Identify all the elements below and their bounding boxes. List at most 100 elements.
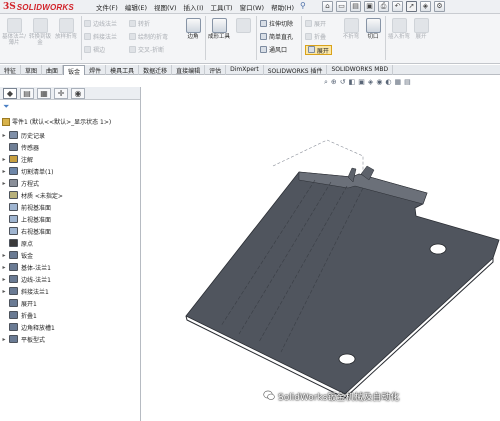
undo-icon[interactable]: ↶ <box>392 1 403 12</box>
rip-button[interactable]: 切口 <box>364 18 382 40</box>
tab-data-migration[interactable]: 数据迁移 <box>139 65 173 75</box>
expand-arrow-icon[interactable]: ▸ <box>0 180 8 187</box>
tab-evaluate[interactable]: 评估 <box>205 65 227 75</box>
tree-item[interactable]: 材质 <未指定> <box>0 189 140 201</box>
sheet-metal-gusset-button[interactable] <box>232 18 254 34</box>
filter-icon[interactable]: ⏷ <box>3 102 9 112</box>
menu-window[interactable]: 窗口(W) <box>240 2 265 12</box>
print-icon[interactable]: ⎙ <box>378 1 389 12</box>
tab-sketch[interactable]: 草图 <box>21 65 43 75</box>
feature-icon <box>9 275 18 283</box>
expand-arrow-icon[interactable]: ▸ <box>0 156 8 163</box>
home-icon[interactable]: ⌂ <box>322 1 333 12</box>
tab-direct-editing[interactable]: 直接编辑 <box>172 65 206 75</box>
tree-item[interactable]: 折叠1 <box>0 309 140 321</box>
forming-tool-button[interactable]: 成形工具 <box>208 18 230 40</box>
tree-item[interactable]: 前视基准面 <box>0 201 140 213</box>
convert-sheet-metal-icon <box>32 18 48 33</box>
tree-item[interactable]: 原点 <box>0 237 140 249</box>
tree-item[interactable]: ▸ 斜接法兰1 <box>0 285 140 297</box>
tab-surfaces[interactable]: 曲面 <box>42 65 64 75</box>
tab-sheet-metal[interactable]: 钣金 <box>63 65 86 76</box>
expand-arrow-icon[interactable]: ▸ <box>0 252 8 259</box>
tree-item[interactable]: ▸ 历史记录 <box>0 129 140 141</box>
base-flange-button[interactable]: 基体法兰/薄片 <box>2 18 26 46</box>
feature-manager-tab-icon[interactable]: ◆ <box>3 87 17 99</box>
cross-break-button[interactable]: 交叉-折断 <box>129 45 164 54</box>
tab-mold-tools[interactable]: 模具工具 <box>106 65 140 75</box>
tab-weldments[interactable]: 焊件 <box>85 65 107 75</box>
flatten-button[interactable]: 展开 <box>305 45 332 55</box>
property-manager-tab-icon[interactable]: ▤ <box>20 87 34 99</box>
expand-arrow-icon[interactable]: ▸ <box>0 264 8 271</box>
graphics-area[interactable]: ⌕ ⊕ ↺ ◧ ▣ ◈ ◉ ◐ ▦ ▤ <box>141 76 500 421</box>
jog-label: 转折 <box>138 21 151 28</box>
tree-item[interactable]: ▸ 平板型式 <box>0 333 140 345</box>
fold-button[interactable]: 折叠 <box>305 32 326 41</box>
app-name: SOLIDWORKS <box>16 2 74 12</box>
corners-button[interactable]: 边角 <box>183 18 203 40</box>
tab-solidworks-addins[interactable]: SOLIDWORKS 插件 <box>264 65 328 75</box>
new-document-icon[interactable]: ▭ <box>336 1 347 12</box>
tree-item[interactable]: ▸ 基体-法兰1 <box>0 261 140 273</box>
menu-file[interactable]: 文件(F) <box>96 2 118 12</box>
lofted-bend-button[interactable]: 放样折弯 <box>54 18 78 40</box>
rebuild-icon[interactable]: ◈ <box>420 1 431 12</box>
simple-hole-button[interactable]: 简单直孔 <box>260 32 293 41</box>
miter-flange-button[interactable]: 斜接法兰 <box>84 32 117 41</box>
edge-flange-button[interactable]: 边线法兰 <box>84 19 117 28</box>
display-manager-tab-icon[interactable]: ◉ <box>71 87 85 99</box>
pin-icon[interactable]: ⚲ <box>300 1 306 10</box>
no-bends-button[interactable]: 不折弯 <box>342 18 360 40</box>
feature-icon <box>9 215 18 223</box>
vent-icon <box>260 46 267 53</box>
expand-arrow-icon[interactable]: ▸ <box>0 168 8 175</box>
extruded-cut-button[interactable]: 拉伸切除 <box>260 19 293 28</box>
unfold-right-button[interactable]: 展开 <box>412 18 430 40</box>
solidworks-logo[interactable]: 3S SOLIDWORKS <box>3 1 74 13</box>
feature-icon <box>9 323 18 331</box>
save-icon[interactable]: ▣ <box>364 1 375 12</box>
flatten-icon <box>308 46 315 53</box>
menu-insert[interactable]: 插入(I) <box>184 2 204 12</box>
tree-item[interactable]: 边角释放槽1 <box>0 321 140 333</box>
expand-arrow-icon[interactable]: ▸ <box>0 132 8 139</box>
tree-item[interactable]: ▸ 方程式 <box>0 177 140 189</box>
tab-features[interactable]: 特征 <box>0 65 22 75</box>
tree-item[interactable]: 展开1 <box>0 297 140 309</box>
tab-dimxpert[interactable]: DimXpert <box>226 65 264 75</box>
expand-arrow-icon[interactable]: ▸ <box>0 288 8 295</box>
vent-button[interactable]: 通风口 <box>260 45 287 54</box>
menu-view[interactable]: 视图(V) <box>154 2 177 12</box>
sketched-bend-button[interactable]: 绘制的折弯 <box>129 32 168 41</box>
convert-to-sheet-metal-button[interactable]: 转换到钣金 <box>28 18 52 46</box>
jog-button[interactable]: 转折 <box>129 19 150 28</box>
tree-item[interactable]: ▸ 边线-法兰1 <box>0 273 140 285</box>
options-icon[interactable]: ⚙ <box>434 1 445 12</box>
tree-item-label: 方程式 <box>21 180 40 188</box>
forming-tool-label: 成形工具 <box>208 34 231 40</box>
menu-help[interactable]: 帮助(H) <box>271 2 294 12</box>
miter-flange-icon <box>84 33 91 40</box>
tree-item[interactable]: 上视基准面 <box>0 213 140 225</box>
dimxpert-manager-tab-icon[interactable]: ✛ <box>54 87 68 99</box>
flat-pattern-bounding-box <box>272 139 364 172</box>
menu-tools[interactable]: 工具(T) <box>211 2 233 12</box>
tree-item[interactable]: 传感器 <box>0 141 140 153</box>
configuration-manager-tab-icon[interactable]: ▦ <box>37 87 51 99</box>
tree-item[interactable]: 右视基准面 <box>0 225 140 237</box>
tree-root-part[interactable]: 零件1 (默认<<默认>_显示状态 1>) <box>2 117 111 126</box>
select-cursor-icon[interactable]: ➚ <box>406 1 417 12</box>
tree-item[interactable]: ▸ 注解 <box>0 153 140 165</box>
open-folder-icon[interactable]: ▤ <box>350 1 361 12</box>
menu-edit[interactable]: 编辑(E) <box>125 2 147 12</box>
tree-item[interactable]: ▸ 切割清单(1) <box>0 165 140 177</box>
tree-item-label: 边角释放槽1 <box>21 324 55 332</box>
expand-arrow-icon[interactable]: ▸ <box>0 276 8 283</box>
unfold-button[interactable]: 展开 <box>305 19 326 28</box>
tree-item[interactable]: ▸ 钣金 <box>0 249 140 261</box>
insert-bends-button[interactable]: 插入折弯 <box>388 18 410 40</box>
expand-arrow-icon[interactable]: ▸ <box>0 336 8 343</box>
tab-solidworks-mbd[interactable]: SOLIDWORKS MBD <box>327 65 394 75</box>
hem-button[interactable]: 褶边 <box>84 45 105 54</box>
